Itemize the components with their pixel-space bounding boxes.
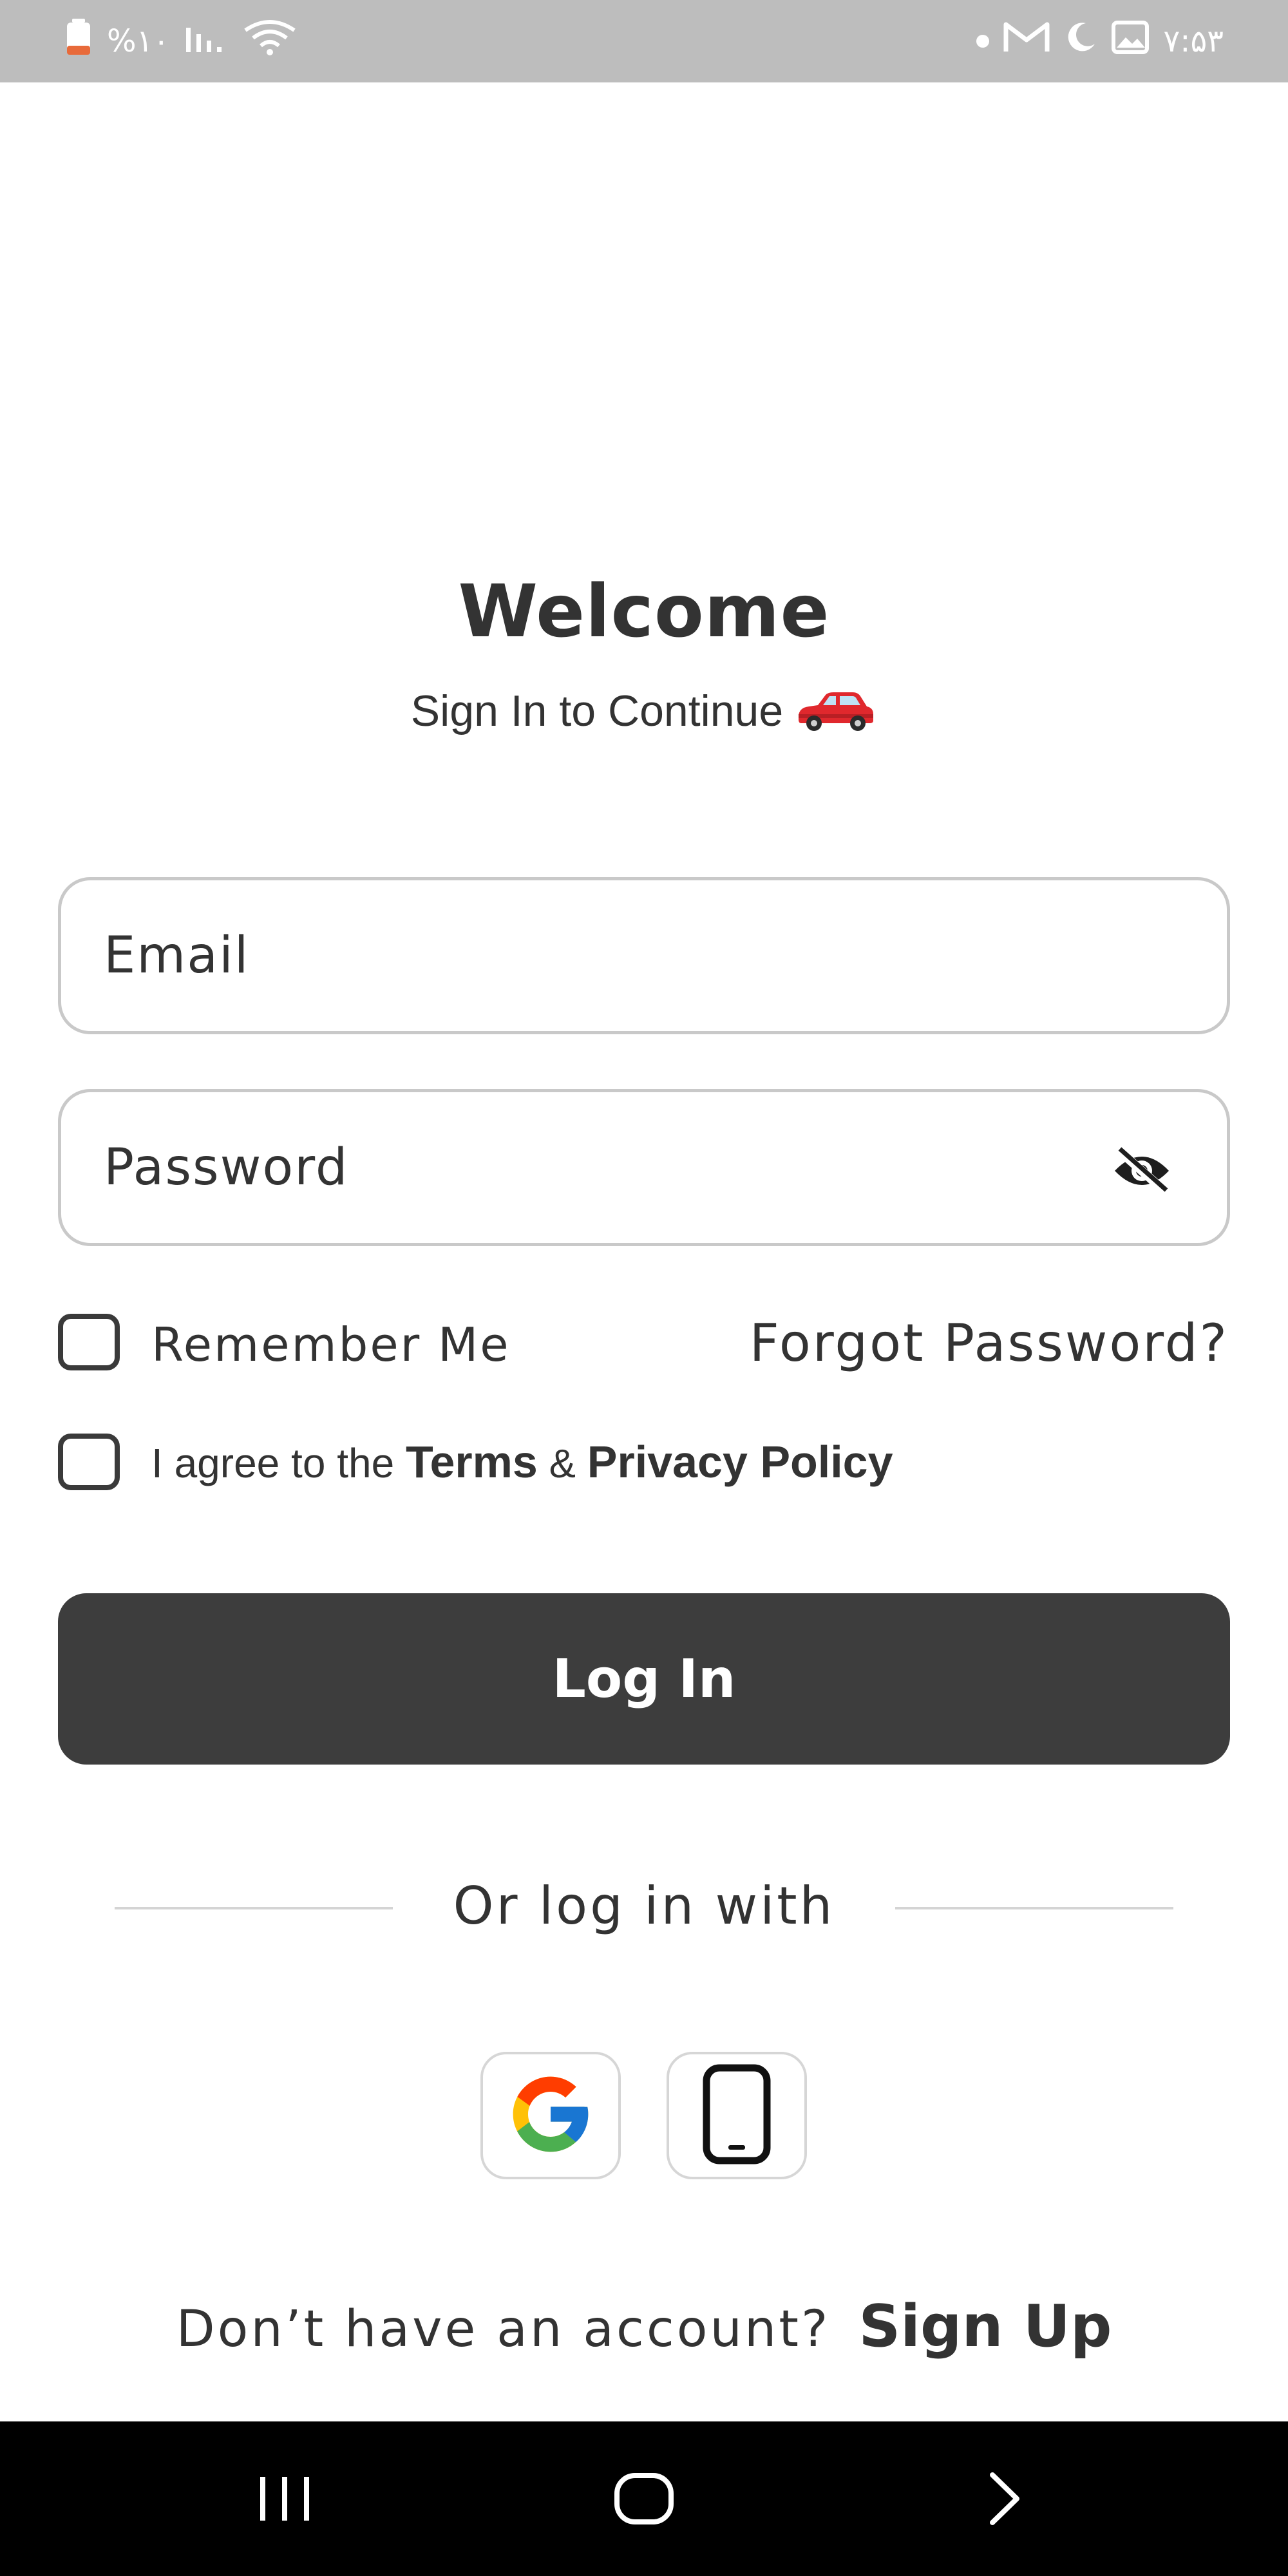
google-icon xyxy=(500,2069,601,2163)
moon-icon xyxy=(1064,21,1097,62)
page-subtitle: Sign In to Continue xyxy=(0,686,1288,736)
email-field[interactable] xyxy=(58,877,1230,1034)
wifi-icon xyxy=(243,19,297,64)
agree-prefix: I agree to the xyxy=(151,1440,395,1486)
login-button[interactable]: Log In xyxy=(58,1593,1230,1765)
privacy-policy-link[interactable]: Privacy Policy xyxy=(587,1437,893,1487)
login-screen: %۱۰ ۷:۵۳ Welcome Sign In to Continue Ema… xyxy=(0,0,1288,2576)
status-right: ۷:۵۳ xyxy=(976,0,1224,82)
car-icon xyxy=(793,688,877,734)
clock-time: ۷:۵۳ xyxy=(1163,23,1224,59)
forgot-password-link[interactable]: Forgot Password? xyxy=(750,1314,1229,1373)
phone-icon xyxy=(701,2064,772,2168)
agree-terms-label: I agree to the Terms & Privacy Policy xyxy=(151,1434,893,1493)
back-icon[interactable] xyxy=(966,2467,1043,2531)
divider-label: Or log in with xyxy=(453,1876,835,1936)
email-input[interactable] xyxy=(61,880,1227,1031)
page-title: Welcome xyxy=(458,570,830,654)
signup-row: Don’t have an account? Sign Up xyxy=(0,2293,1288,2360)
subtitle-text: Sign In to Continue xyxy=(410,687,784,735)
navigation-bar xyxy=(0,2421,1288,2576)
remember-me-label: Remember Me xyxy=(151,1318,511,1372)
gmail-icon xyxy=(1003,21,1050,62)
battery-percent: %۱۰ xyxy=(107,23,170,59)
recents-icon[interactable] xyxy=(247,2467,324,2531)
password-field[interactable] xyxy=(58,1089,1230,1246)
divider-right xyxy=(895,1907,1173,1909)
sign-up-link[interactable]: Sign Up xyxy=(858,2293,1112,2360)
eye-off-icon[interactable] xyxy=(1110,1139,1174,1203)
remember-me-checkbox[interactable] xyxy=(58,1314,120,1370)
password-input[interactable] xyxy=(61,1092,1227,1243)
google-login-button[interactable] xyxy=(480,2052,621,2179)
status-left: %۱۰ xyxy=(64,0,297,82)
signal-icon xyxy=(184,21,229,61)
status-bar: %۱۰ ۷:۵۳ xyxy=(0,0,1288,82)
terms-link[interactable]: Terms xyxy=(406,1437,538,1487)
battery-icon xyxy=(64,19,93,64)
signup-prompt: Don’t have an account? xyxy=(176,2300,831,2358)
agree-terms-checkbox[interactable] xyxy=(58,1434,120,1490)
gallery-icon xyxy=(1112,21,1150,62)
agree-amp: & xyxy=(549,1442,576,1486)
notification-dot-icon xyxy=(976,35,990,48)
phone-login-button[interactable] xyxy=(667,2052,807,2179)
home-icon[interactable] xyxy=(605,2467,683,2531)
